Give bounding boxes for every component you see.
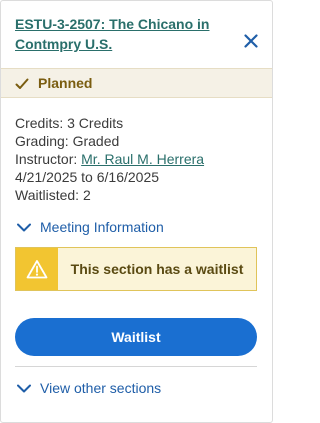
view-other-sections-toggle[interactable]: View other sections (1, 379, 272, 397)
chevron-down-icon (17, 384, 31, 392)
waitlisted-text: Waitlisted: 2 (15, 187, 91, 203)
grading-text: Grading: Graded (15, 133, 120, 149)
status-bar: Planned (1, 68, 272, 98)
close-icon[interactable] (244, 34, 258, 48)
waitlist-warning: This section has a waitlist (15, 247, 257, 291)
instructor-link[interactable]: Mr. Raul M. Herrera (81, 151, 204, 167)
instructor-row: Instructor: Mr. Raul M. Herrera (15, 150, 258, 168)
warning-icon (26, 260, 48, 279)
course-section-panel: ESTU-3-2507: The Chicano in Contmpry U.S… (0, 0, 273, 423)
status-label: Planned (38, 75, 93, 91)
warning-icon-box (16, 248, 58, 290)
dates-text: 4/21/2025 to 6/16/2025 (15, 169, 160, 185)
meeting-information-toggle[interactable]: Meeting Information (1, 218, 272, 236)
section-details: Credits: 3 Credits Grading: Graded Instr… (1, 98, 272, 204)
instructor-label: Instructor: (15, 151, 82, 167)
waitlist-button[interactable]: Waitlist (15, 318, 257, 356)
meeting-information-label: Meeting Information (40, 219, 164, 235)
chevron-down-icon (17, 223, 31, 231)
credits-text: Credits: 3 Credits (15, 115, 124, 131)
divider (15, 366, 257, 367)
view-other-sections-label: View other sections (40, 380, 162, 396)
checkmark-icon (15, 77, 29, 89)
course-title-link[interactable]: ESTU-3-2507: The Chicano in Contmpry U.S… (15, 14, 232, 54)
warning-message: This section has a waitlist (70, 261, 244, 277)
panel-header: ESTU-3-2507: The Chicano in Contmpry U.S… (1, 1, 272, 54)
